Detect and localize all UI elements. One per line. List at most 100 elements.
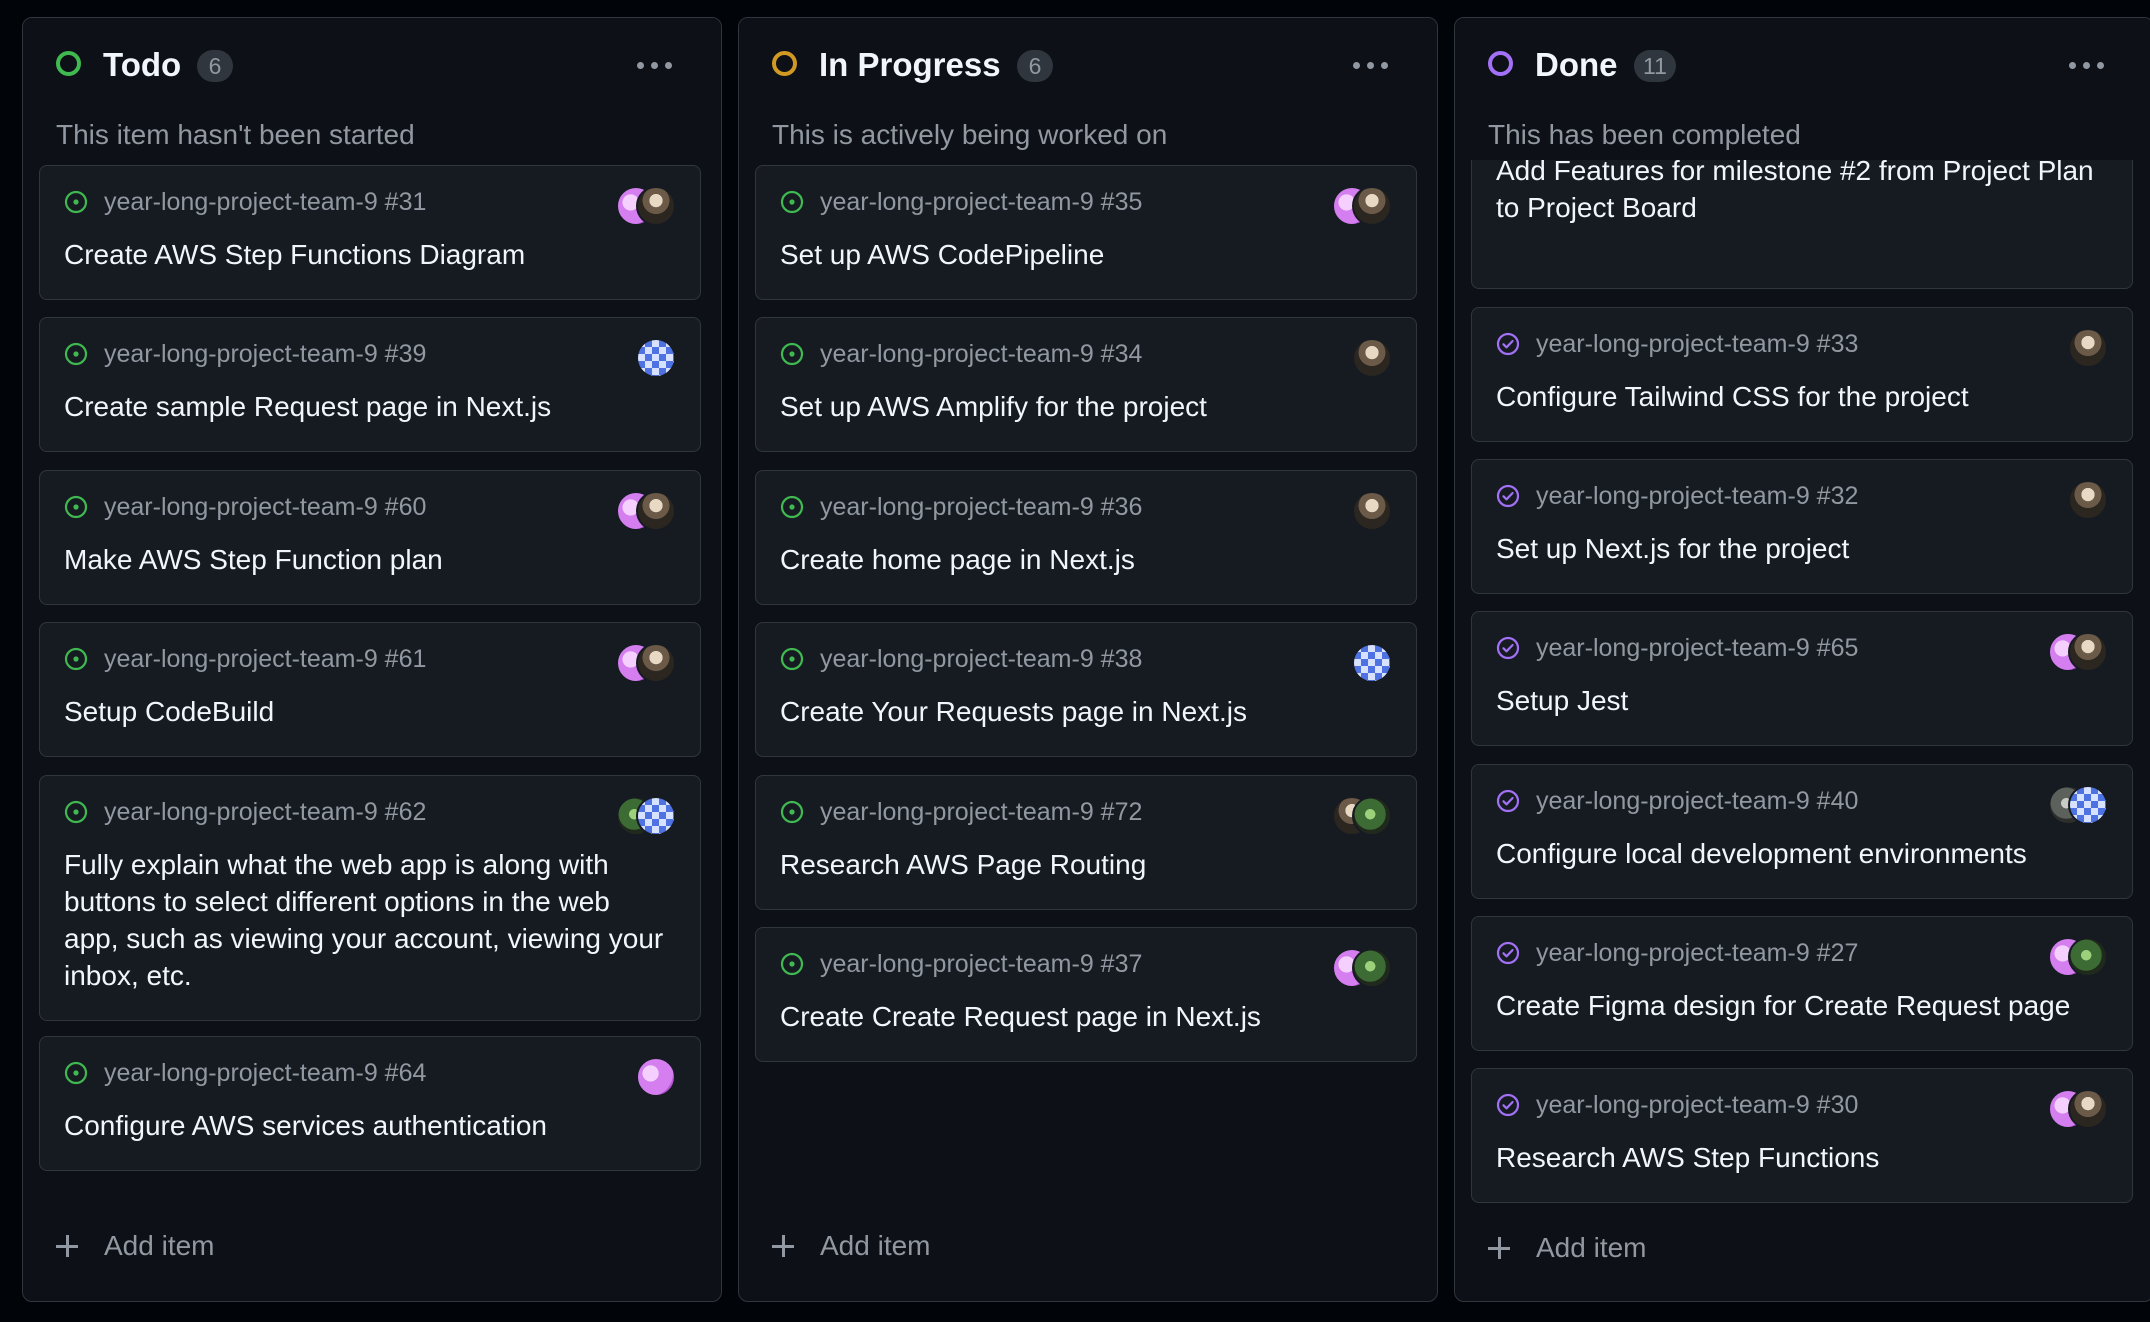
issue-title[interactable]: Research AWS Step Functions [1496,1139,2104,1176]
issue-ref-text[interactable]: year-long-project-team-9 #60 [104,493,426,522]
avatar[interactable] [2068,480,2108,520]
issue-title[interactable]: Research AWS Page Routing [780,846,1388,883]
avatar[interactable] [1352,338,1392,378]
issue-card[interactable]: year-long-project-team-9 #61 Setup CodeBu… [39,622,701,757]
issue-ref-text[interactable]: year-long-project-team-9 #39 [104,340,426,369]
avatar[interactable] [2068,328,2108,368]
issue-card[interactable]: year-long-project-team-9 #72 Research AWS… [755,775,1417,910]
issue-title[interactable]: Create sample Request page in Next.js [64,388,672,425]
issue-title[interactable]: Create Figma design for Create Request p… [1496,987,2104,1024]
add-item-button[interactable]: Add item [1488,1228,1647,1268]
issue-ref-text[interactable]: year-long-project-team-9 #35 [820,188,1142,217]
issue-card[interactable]: year-long-project-team-9 #32 Set up Next.… [1471,459,2133,594]
assignee-avatars[interactable] [636,338,676,378]
assignee-avatars[interactable] [2048,937,2108,977]
more-options-icon[interactable] [637,62,673,72]
assignee-avatars[interactable] [1332,796,1392,836]
issue-ref-text[interactable]: year-long-project-team-9 #30 [1536,1091,1858,1120]
issue-reference: year-long-project-team-9 #27 [1496,937,1858,969]
issue-ref-text[interactable]: year-long-project-team-9 #32 [1536,482,1858,511]
assignee-avatars[interactable] [636,1057,676,1097]
issue-ref-text[interactable]: year-long-project-team-9 #33 [1536,330,1858,359]
issue-card[interactable]: year-long-project-team-9 #31 Create AWS S… [39,165,701,300]
issue-title[interactable]: Create Your Requests page in Next.js [780,693,1388,730]
issue-card[interactable]: year-long-project-team-9 #62 Fully explai… [39,775,701,1021]
assignee-avatars[interactable] [1352,643,1392,683]
issue-card[interactable]: year-long-project-team-9 #65 Setup Jest [1471,611,2133,746]
issue-title[interactable]: Set up AWS CodePipeline [780,236,1388,273]
issue-ref-text[interactable]: year-long-project-team-9 #37 [820,950,1142,979]
issue-card[interactable]: year-long-project-team-9 #40 Configure lo… [1471,764,2133,899]
issue-title[interactable]: Add Features for milestone #2 from Proje… [1496,152,2104,226]
assignee-avatars[interactable] [1352,491,1392,531]
issue-title[interactable]: Setup CodeBuild [64,693,672,730]
issue-card[interactable]: year-long-project-team-9 #38 Create Your … [755,622,1417,757]
avatar[interactable] [636,491,676,531]
issue-ref-text[interactable]: year-long-project-team-9 #31 [104,188,426,217]
issue-title[interactable]: Configure AWS services authentication [64,1107,672,1144]
assignee-avatars[interactable] [616,491,676,531]
assignee-avatars[interactable] [2068,328,2108,368]
more-options-icon[interactable] [2069,62,2105,72]
avatar[interactable] [636,796,676,836]
assignee-avatars[interactable] [1332,186,1392,226]
issue-card[interactable]: year-long-project-team-9 #39 Create sampl… [39,317,701,452]
assignee-avatars[interactable] [2048,785,2108,825]
assignee-avatars[interactable] [2048,632,2108,672]
issue-card[interactable]: year-long-project-team-9 #35 Set up AWS C… [755,165,1417,300]
avatar[interactable] [2068,937,2108,977]
avatar[interactable] [636,643,676,683]
avatar[interactable] [2068,632,2108,672]
add-item-button[interactable]: Add item [772,1226,931,1266]
issue-title[interactable]: Setup Jest [1496,682,2104,719]
issue-ref-text[interactable]: year-long-project-team-9 #61 [104,645,426,674]
avatar[interactable] [1352,796,1392,836]
add-item-button[interactable]: Add item [56,1226,215,1266]
avatar[interactable] [636,338,676,378]
issue-title[interactable]: Configure local development environments [1496,835,2104,872]
avatar[interactable] [1352,186,1392,226]
issue-ref-text[interactable]: year-long-project-team-9 #72 [820,798,1142,827]
issue-ref-text[interactable]: year-long-project-team-9 #40 [1536,787,1858,816]
issue-card[interactable]: year-long-project-team-9 #36 Create home … [755,470,1417,605]
issue-ref-text[interactable]: year-long-project-team-9 #27 [1536,939,1858,968]
issue-card[interactable]: year-long-project-team-9 #34 Set up AWS A… [755,317,1417,452]
issue-card[interactable]: year-long-project-team-9 #60 Make AWS Ste… [39,470,701,605]
column-header: Todo 6 This item hasn't been started [23,18,721,160]
issue-title[interactable]: Fully explain what the web app is along … [64,846,672,994]
more-options-icon[interactable] [1353,62,1389,72]
issue-card[interactable]: year-long-project-team-9 #64 Configure AW… [39,1036,701,1171]
avatar[interactable] [1352,948,1392,988]
avatar[interactable] [1352,491,1392,531]
issue-card[interactable]: year-long-project-team-9 #33 Configure Ta… [1471,307,2133,442]
issue-ref-text[interactable]: year-long-project-team-9 #65 [1536,634,1858,663]
avatar[interactable] [636,1057,676,1097]
issue-card[interactable]: year-long-project-team-9 #27 Create Figma… [1471,916,2133,1051]
issue-title[interactable]: Set up Next.js for the project [1496,530,2104,567]
assignee-avatars[interactable] [1352,338,1392,378]
issue-ref-text[interactable]: year-long-project-team-9 #36 [820,493,1142,522]
issue-title[interactable]: Create AWS Step Functions Diagram [64,236,672,273]
assignee-avatars[interactable] [2068,480,2108,520]
avatar[interactable] [636,186,676,226]
issue-card[interactable]: year-long-project-team-9 #37 Create Creat… [755,927,1417,1062]
issue-ref-text[interactable]: year-long-project-team-9 #62 [104,798,426,827]
issue-ref-text[interactable]: year-long-project-team-9 #64 [104,1059,426,1088]
issue-card[interactable]: year-long-project-team-9 #30 Research AWS… [1471,1068,2133,1203]
issue-title[interactable]: Create Create Request page in Next.js [780,998,1388,1035]
plus-icon [56,1235,78,1257]
avatar[interactable] [2068,785,2108,825]
issue-title[interactable]: Configure Tailwind CSS for the project [1496,378,2104,415]
issue-title[interactable]: Make AWS Step Function plan [64,541,672,578]
issue-title[interactable]: Set up AWS Amplify for the project [780,388,1388,425]
assignee-avatars[interactable] [2048,1089,2108,1129]
assignee-avatars[interactable] [616,186,676,226]
assignee-avatars[interactable] [616,643,676,683]
assignee-avatars[interactable] [1332,948,1392,988]
issue-ref-text[interactable]: year-long-project-team-9 #34 [820,340,1142,369]
assignee-avatars[interactable] [616,796,676,836]
avatar[interactable] [2068,1089,2108,1129]
issue-title[interactable]: Create home page in Next.js [780,541,1388,578]
issue-ref-text[interactable]: year-long-project-team-9 #38 [820,645,1142,674]
avatar[interactable] [1352,643,1392,683]
